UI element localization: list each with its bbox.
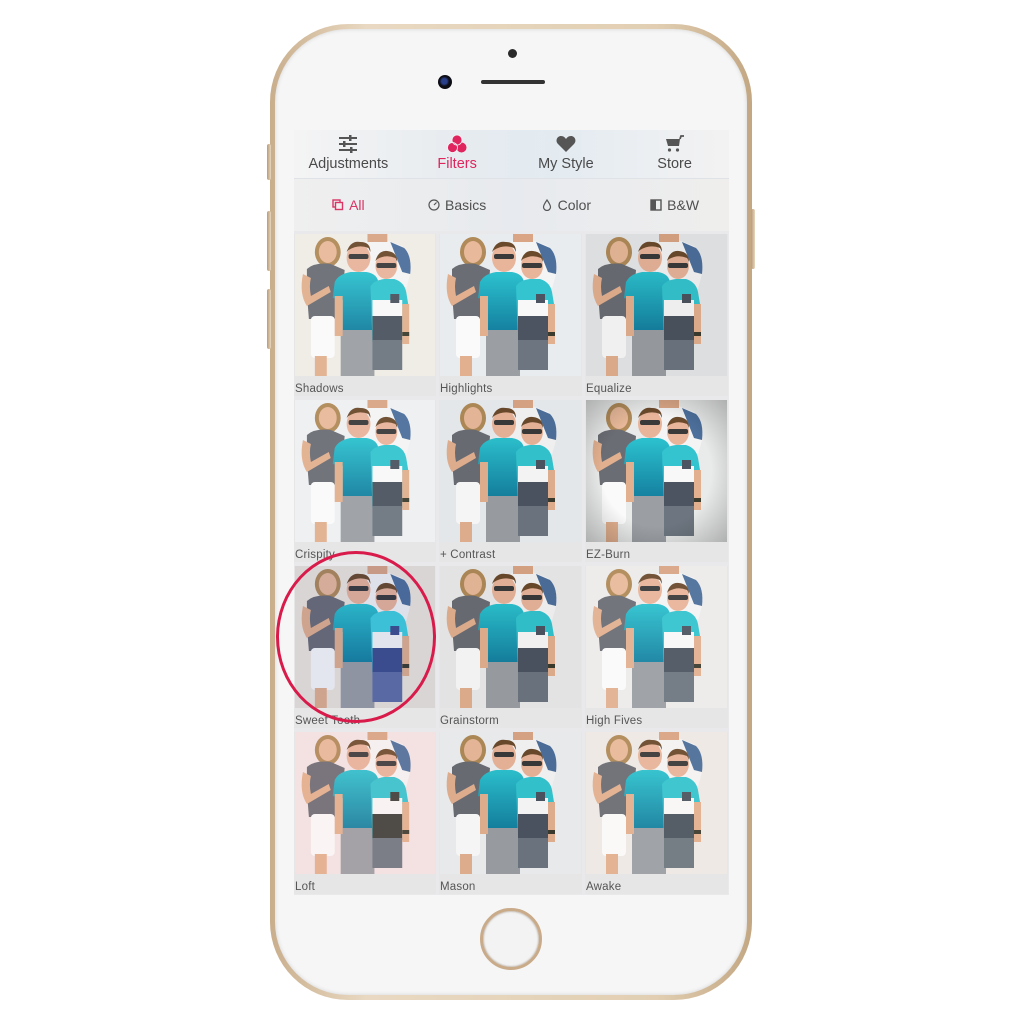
- filter-preview-photo: [586, 732, 727, 874]
- earpiece-speaker: [481, 80, 545, 84]
- tab-my-style[interactable]: My Style: [512, 130, 621, 178]
- subtab-all[interactable]: All: [294, 197, 403, 213]
- filter-tint-overlay: [440, 234, 581, 376]
- cart-icon: [665, 135, 684, 152]
- filter-tile-awake[interactable]: Awake: [585, 732, 728, 894]
- filter-tile-shadows[interactable]: Shadows: [294, 234, 436, 396]
- filter-tint-overlay: [295, 400, 435, 542]
- filter-tile-equalize[interactable]: Equalize: [585, 234, 728, 396]
- front-camera-icon: [438, 75, 452, 89]
- volume-down-button: [267, 289, 271, 349]
- filter-tint-overlay: [586, 732, 727, 874]
- app-screen: Adjustments Filters My Style Store All B…: [294, 130, 729, 895]
- filter-tile-ez-burn[interactable]: EZ-Burn: [585, 400, 728, 562]
- filter-tile-crispity[interactable]: Crispity: [294, 400, 436, 562]
- filter-tint-overlay: [586, 566, 727, 708]
- filter-preview-photo: [586, 566, 727, 708]
- filter-name: Grainstorm: [440, 715, 499, 727]
- subtab-label: Basics: [445, 197, 487, 213]
- filter-name: Shadows: [295, 383, 344, 395]
- filter-tile-high-fives[interactable]: High Fives: [585, 566, 728, 728]
- filter-preview-photo: [295, 234, 435, 376]
- sliders-icon: [339, 135, 358, 153]
- copy-icon: [332, 199, 344, 211]
- filter-preview-photo: [440, 234, 581, 376]
- filter-tile-sweet-tooth[interactable]: Sweet Tooth: [294, 566, 436, 728]
- tab-label: Adjustments: [308, 156, 389, 172]
- filter-tint-overlay: [440, 566, 581, 708]
- half-square-icon: [650, 199, 662, 211]
- filter-preview-photo: [440, 566, 581, 708]
- filter-tint-overlay: [586, 234, 727, 376]
- tab-store[interactable]: Store: [620, 130, 729, 178]
- filter-tile-contrast[interactable]: + Contrast: [439, 400, 582, 562]
- filter-name: Sweet Tooth: [295, 715, 361, 727]
- volume-up-button: [267, 211, 271, 271]
- drop-icon: [542, 199, 551, 211]
- filter-name: Mason: [440, 881, 476, 893]
- home-button[interactable]: [480, 908, 542, 970]
- filter-name: Equalize: [586, 383, 632, 395]
- filter-tint-overlay: [586, 400, 727, 542]
- filters-icon: [447, 134, 467, 153]
- filter-tile-grainstorm[interactable]: Grainstorm: [439, 566, 582, 728]
- subtab-label: All: [349, 197, 365, 213]
- filter-tint-overlay: [440, 732, 581, 874]
- filter-name: EZ-Burn: [586, 549, 631, 561]
- filter-tile-mason[interactable]: Mason: [439, 732, 582, 894]
- proximity-sensor: [508, 49, 517, 58]
- tab-label: Filters: [437, 156, 477, 172]
- filter-name: Loft: [295, 881, 315, 893]
- filter-tint-overlay: [295, 234, 435, 376]
- filter-preview-photo: [586, 400, 727, 542]
- tab-label: My Style: [538, 156, 594, 172]
- filter-tint-overlay: [440, 400, 581, 542]
- filter-preview-photo: [295, 400, 435, 542]
- filter-name: + Contrast: [440, 549, 496, 561]
- filter-tile-loft[interactable]: Loft: [294, 732, 436, 894]
- filter-preview-photo: [440, 732, 581, 874]
- filter-preview-photo: [440, 400, 581, 542]
- filter-preview-photo: [295, 732, 435, 874]
- main-tab-bar: Adjustments Filters My Style Store: [294, 130, 729, 178]
- tab-label: Store: [657, 156, 692, 172]
- filter-preview-photo: [586, 234, 727, 376]
- filter-name: Highlights: [440, 383, 493, 395]
- filter-name: Crispity: [295, 549, 335, 561]
- filter-category-bar: All Basics Color B&W: [294, 178, 729, 231]
- filter-preview-photo: [295, 566, 435, 708]
- mute-switch: [267, 144, 271, 180]
- power-button: [751, 209, 755, 269]
- dial-icon: [428, 199, 440, 211]
- filter-tint-overlay: [295, 732, 435, 874]
- heart-icon: [556, 136, 576, 152]
- filter-name: High Fives: [586, 715, 643, 727]
- filter-tint-overlay: [295, 566, 435, 708]
- filter-name: Awake: [586, 881, 622, 893]
- subtab-basics[interactable]: Basics: [403, 197, 512, 213]
- subtab-label: B&W: [667, 197, 700, 213]
- tab-adjustments[interactable]: Adjustments: [294, 130, 403, 178]
- filter-tile-highlights[interactable]: Highlights: [439, 234, 582, 396]
- subtab-label: Color: [557, 197, 592, 213]
- subtab-bw[interactable]: B&W: [620, 197, 729, 213]
- subtab-color[interactable]: Color: [512, 197, 621, 213]
- filter-grid: Shadows Highlights Equalize Crispity + C…: [294, 234, 729, 894]
- tab-filters[interactable]: Filters: [403, 130, 512, 178]
